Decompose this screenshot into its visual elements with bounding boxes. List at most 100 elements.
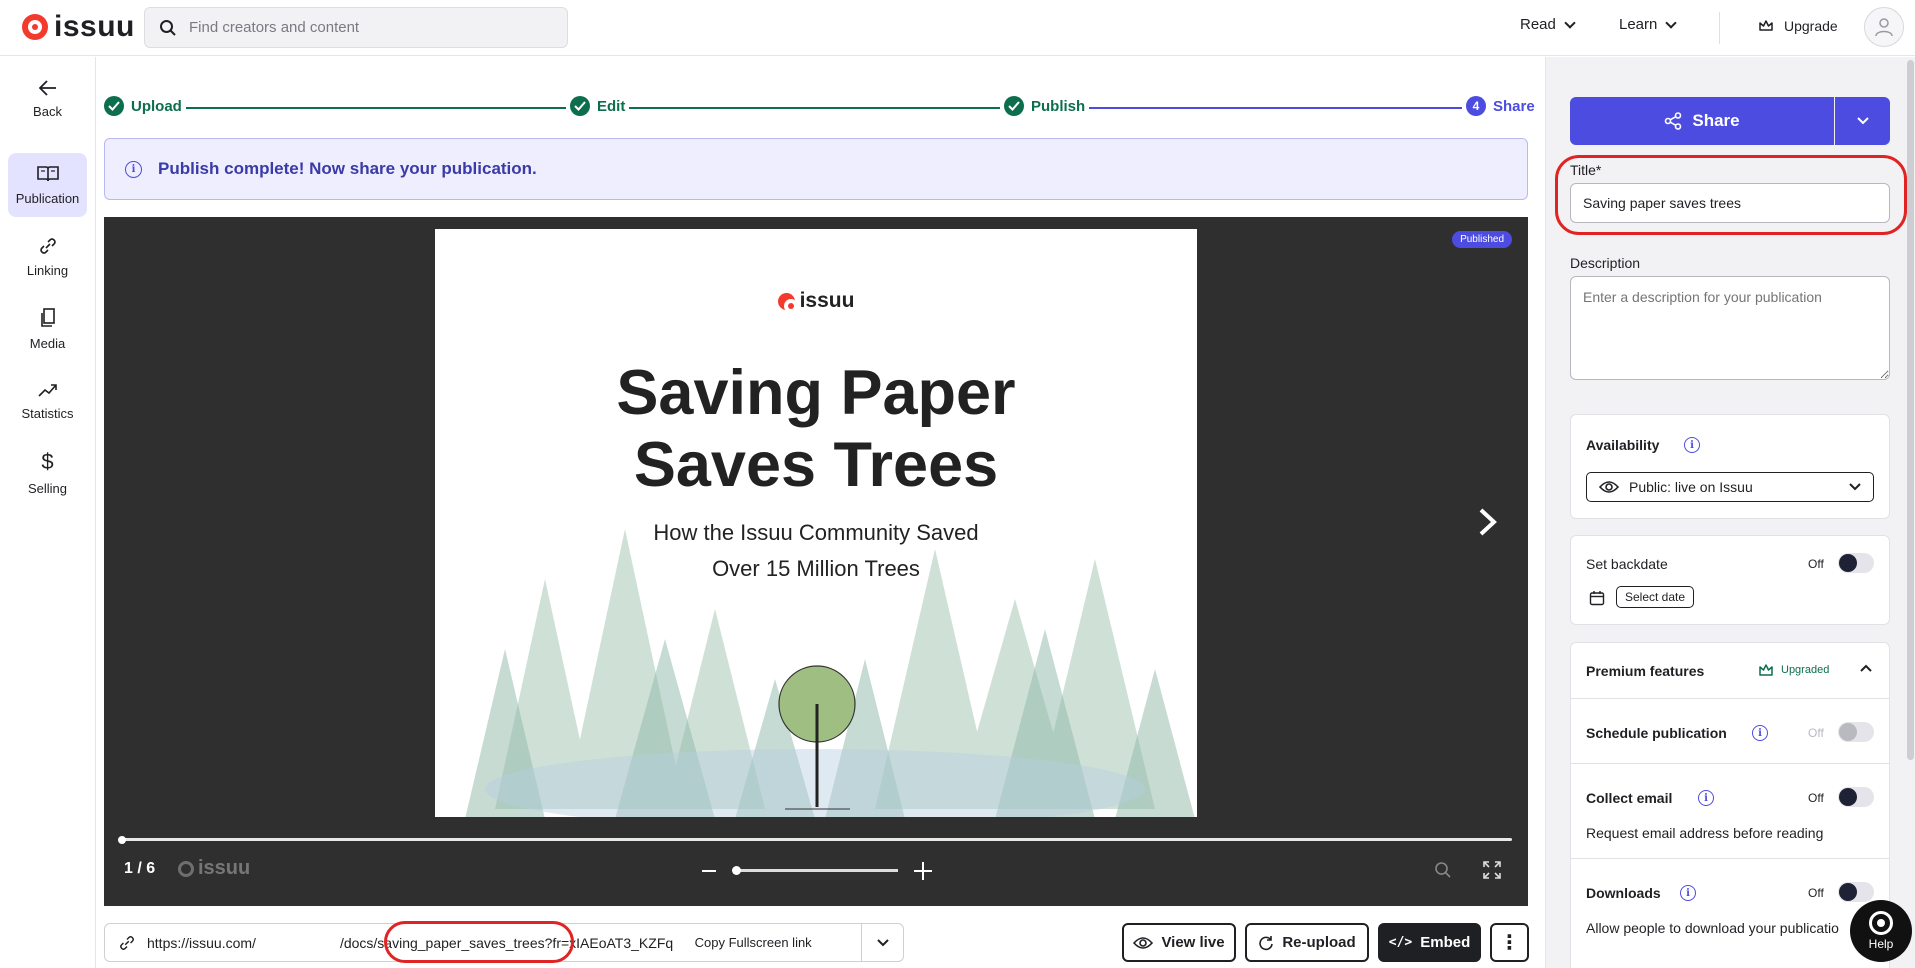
reupload-label: Re-upload bbox=[1282, 934, 1356, 951]
search-icon[interactable] bbox=[1434, 861, 1452, 879]
nav-item-linking[interactable]: Linking bbox=[8, 225, 87, 289]
step-edit[interactable]: Edit bbox=[566, 96, 630, 116]
next-page-button[interactable] bbox=[1476, 507, 1500, 542]
page-progress-track[interactable] bbox=[120, 838, 1512, 841]
page-logo-text: issuu bbox=[799, 289, 855, 312]
calendar-icon bbox=[1589, 591, 1605, 606]
search-input[interactable] bbox=[189, 19, 549, 36]
downloads-label: Downloads bbox=[1586, 885, 1661, 901]
divider bbox=[1571, 698, 1889, 699]
zoom-out-button[interactable] bbox=[702, 870, 716, 872]
step-label: Upload bbox=[131, 97, 182, 115]
top-bar: issuu Read Learn Upgrade bbox=[0, 0, 1915, 56]
step-upload[interactable]: Upload bbox=[104, 96, 186, 116]
collect-email-toggle[interactable] bbox=[1838, 787, 1874, 807]
backdate-card: Set backdate Off Select date bbox=[1570, 535, 1890, 625]
info-icon[interactable]: i bbox=[1684, 437, 1700, 453]
collect-email-label: Collect email bbox=[1586, 790, 1673, 806]
user-icon bbox=[1875, 18, 1893, 37]
nav-item-media[interactable]: Media bbox=[8, 297, 87, 361]
description-textarea[interactable] bbox=[1570, 276, 1890, 380]
reupload-button[interactable]: Re-upload bbox=[1245, 923, 1369, 962]
downloads-toggle[interactable] bbox=[1838, 882, 1874, 902]
search-box[interactable] bbox=[144, 7, 568, 48]
schedule-toggle[interactable] bbox=[1838, 722, 1874, 742]
publication-viewer[interactable]: Published issuu Saving Paper Saves Trees… bbox=[104, 217, 1528, 906]
page-subtitle-line: How the Issuu Community Saved bbox=[653, 520, 979, 545]
help-icon bbox=[1869, 911, 1893, 935]
share-button[interactable]: Share bbox=[1570, 97, 1834, 145]
more-options-button[interactable]: ⋮ bbox=[1490, 923, 1529, 962]
publish-complete-banner: i Publish complete! Now share your publi… bbox=[104, 138, 1528, 200]
nav-item-publication[interactable]: Publication bbox=[8, 153, 87, 217]
page-progress-handle[interactable] bbox=[118, 836, 126, 844]
backdate-toggle[interactable] bbox=[1838, 553, 1874, 573]
availability-select[interactable]: Public: live on Issuu bbox=[1586, 472, 1874, 502]
help-button[interactable]: Help bbox=[1850, 900, 1912, 962]
kebab-menu-icon: ⋮ bbox=[1499, 931, 1520, 954]
downloads-state: Off bbox=[1808, 886, 1824, 900]
learn-menu[interactable]: Learn bbox=[1619, 16, 1678, 33]
divider bbox=[1719, 12, 1720, 44]
fullscreen-icon[interactable] bbox=[1483, 861, 1501, 879]
share-dropdown-button[interactable] bbox=[1835, 97, 1890, 145]
chevron-down-icon bbox=[1856, 117, 1869, 125]
step-number: 4 bbox=[1466, 96, 1486, 116]
title-input[interactable] bbox=[1570, 183, 1890, 223]
chevron-down-icon bbox=[1564, 16, 1576, 29]
eye-icon bbox=[1599, 481, 1619, 493]
check-icon bbox=[570, 96, 590, 116]
back-button[interactable]: Back bbox=[8, 67, 87, 131]
issuu-logo-mark-icon bbox=[178, 860, 194, 877]
copy-fullscreen-link-button[interactable]: Copy Fullscreen link bbox=[695, 935, 812, 950]
page-logo: issuu bbox=[435, 289, 1197, 313]
divider bbox=[861, 924, 862, 961]
select-date-button[interactable]: Select date bbox=[1616, 586, 1695, 608]
issuu-logo[interactable]: issuu bbox=[22, 12, 135, 42]
nav-item-label: Statistics bbox=[21, 405, 74, 421]
issuu-logo-mark-icon bbox=[22, 14, 48, 40]
avatar[interactable] bbox=[1864, 7, 1904, 47]
title-label: Title* bbox=[1570, 162, 1602, 178]
info-icon[interactable]: i bbox=[1752, 725, 1768, 741]
zoom-slider-track[interactable] bbox=[734, 869, 898, 872]
info-icon[interactable]: i bbox=[1680, 885, 1696, 901]
page-title: Saving Paper Saves Trees bbox=[435, 357, 1197, 501]
banner-message: Publish complete! Now share your publica… bbox=[158, 159, 537, 178]
crown-icon bbox=[1759, 664, 1773, 676]
embed-button[interactable]: </> Embed bbox=[1378, 923, 1481, 962]
info-icon[interactable]: i bbox=[1698, 790, 1714, 806]
upgraded-badge: Upgraded bbox=[1781, 664, 1830, 676]
chevron-up-icon[interactable] bbox=[1860, 664, 1872, 672]
link-icon bbox=[120, 935, 134, 950]
url-docs: /docs/ bbox=[339, 934, 378, 951]
info-icon: i bbox=[125, 160, 142, 178]
read-menu[interactable]: Read bbox=[1520, 16, 1576, 33]
divider bbox=[1571, 763, 1889, 764]
viewer-logo-text: issuu bbox=[198, 857, 251, 879]
share-url-field[interactable]: https://issuu.com/ /docs/ saving_paper_s… bbox=[104, 923, 904, 962]
collect-email-state: Off bbox=[1808, 791, 1824, 805]
zoom-slider-handle[interactable] bbox=[732, 866, 741, 875]
step-label: Edit bbox=[597, 97, 626, 115]
step-share[interactable]: 4 Share bbox=[1462, 96, 1539, 116]
zoom-in-button[interactable] bbox=[914, 862, 932, 880]
page-title-line: Saves Trees bbox=[633, 430, 999, 500]
description-label: Description bbox=[1570, 255, 1641, 271]
divider bbox=[1571, 858, 1889, 859]
view-live-button[interactable]: View live bbox=[1122, 923, 1236, 962]
upgrade-link[interactable]: Upgrade bbox=[1758, 18, 1838, 34]
chevron-right-icon bbox=[1479, 508, 1497, 536]
progress-stepper: Upload Edit Publish 4 Share bbox=[104, 96, 1539, 120]
share-settings-panel: Share Title* Description Availability i … bbox=[1545, 57, 1915, 968]
help-label: Help bbox=[1868, 937, 1894, 951]
chevron-down-icon[interactable] bbox=[877, 938, 889, 948]
chevron-down-icon bbox=[1665, 16, 1678, 29]
nav-item-selling[interactable]: $ Selling bbox=[8, 441, 87, 505]
nav-item-label: Publication bbox=[15, 190, 80, 206]
share-label: Share bbox=[1692, 111, 1740, 130]
premium-features-card: Premium features Upgraded Schedule publi… bbox=[1570, 642, 1890, 968]
right-panel-scrollbar[interactable] bbox=[1907, 60, 1914, 760]
step-publish[interactable]: Publish bbox=[1000, 96, 1090, 116]
nav-item-statistics[interactable]: Statistics bbox=[8, 369, 87, 433]
